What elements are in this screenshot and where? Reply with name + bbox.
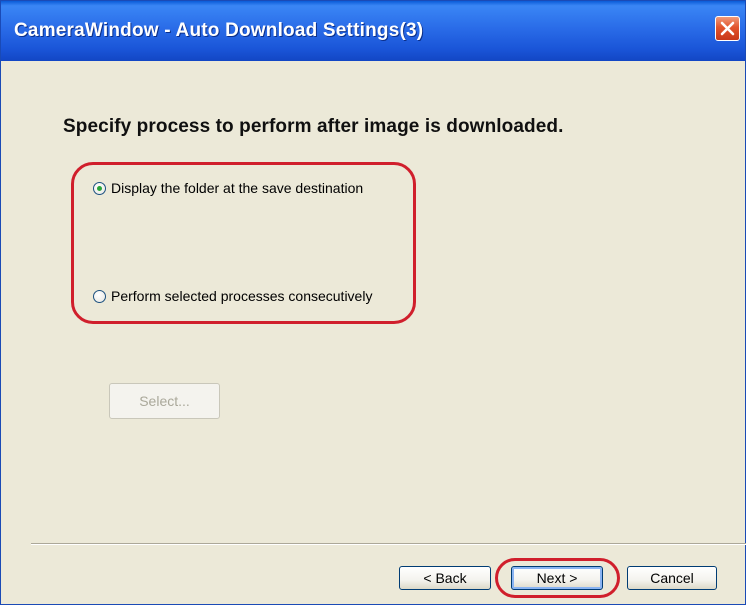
back-button[interactable]: < Back: [399, 566, 491, 590]
select-button[interactable]: Select...: [109, 383, 220, 419]
radio-button-unselected[interactable]: [93, 289, 106, 303]
option-perform-processes[interactable]: Perform selected processes consecutively: [93, 288, 372, 304]
dialog-content: Specify process to perform after image i…: [1, 61, 746, 604]
title-bar[interactable]: CameraWindow - Auto Download Settings(3): [1, 1, 745, 61]
footer-divider: [31, 543, 746, 545]
option-label: Perform selected processes consecutively: [111, 288, 373, 304]
option-display-folder[interactable]: Display the folder at the save destinati…: [93, 180, 363, 196]
close-button[interactable]: [715, 16, 740, 41]
window-title: CameraWindow - Auto Download Settings(3): [14, 20, 424, 41]
radio-button-selected[interactable]: [93, 181, 106, 195]
close-icon: [720, 21, 735, 36]
dialog-window: CameraWindow - Auto Download Settings(3)…: [0, 0, 746, 605]
cancel-button[interactable]: Cancel: [627, 566, 717, 590]
next-button-highlight: [495, 558, 620, 598]
option-label: Display the folder at the save destinati…: [111, 180, 364, 196]
instruction-text: Specify process to perform after image i…: [63, 116, 564, 137]
